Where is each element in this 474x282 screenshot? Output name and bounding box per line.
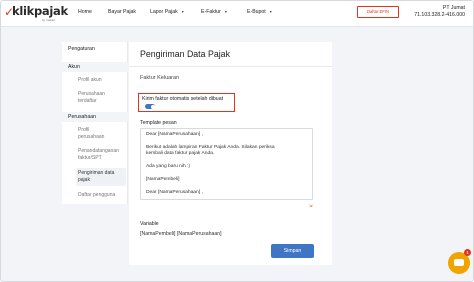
main-panel: Pengiriman Data Pajak Faktur Keluaran Ki… bbox=[129, 42, 332, 265]
sidebar-item-label: pajak bbox=[78, 177, 90, 183]
template-line: Ada yang baru nih :) bbox=[146, 164, 191, 169]
variable-label: Variable bbox=[140, 221, 159, 227]
page-title: Pengiriman Data Pajak bbox=[140, 49, 230, 59]
sidebar-item-label: Penandatanganan bbox=[78, 148, 119, 154]
sidebar-item-pengiriman-data-pajak[interactable]: Pengiriman data pajak bbox=[78, 170, 114, 184]
chat-notification-badge: 1 bbox=[464, 249, 471, 256]
sidebar-item-daftar-pengguna[interactable]: Daftar pengguna bbox=[78, 192, 115, 199]
chevron-down-icon: ▾ bbox=[269, 9, 272, 14]
template-line: [NamaPembeli] bbox=[146, 177, 180, 182]
divider bbox=[129, 66, 332, 67]
template-label: Template pesan bbox=[140, 120, 177, 126]
sidebar-item-label: Profil bbox=[78, 127, 90, 133]
auto-send-toggle[interactable] bbox=[145, 104, 155, 109]
auto-send-highlight-box: Kirim faktur otomatis setelah dibuat bbox=[138, 93, 235, 112]
chevron-down-icon: ▾ bbox=[224, 9, 227, 14]
company-npwp: 71.103.328.2-416.000 bbox=[414, 12, 465, 18]
settings-sidebar: Pengaturan Akun Profil akun Perusahaan t… bbox=[62, 42, 128, 204]
daftar-efin-button[interactable]: Daftar EFIN bbox=[357, 6, 399, 18]
sidebar-item-label: terdaftar bbox=[78, 98, 97, 104]
nav-bayar-pajak[interactable]: Bayar Pajak bbox=[108, 9, 136, 15]
chevron-down-icon: ▾ bbox=[181, 9, 184, 14]
sidebar-item-label: Pengiriman data bbox=[78, 170, 115, 176]
nav-home-label: Home bbox=[78, 9, 92, 15]
nav-e-bupot[interactable]: E-Bupot ▾ bbox=[247, 9, 272, 15]
sidebar-item-perusahaan-terdaftar[interactable]: Perusahaan terdaftar bbox=[78, 91, 105, 105]
nav-bayar-pajak-label: Bayar Pajak bbox=[108, 9, 136, 15]
sidebar-heading-pengaturan: Pengaturan bbox=[68, 46, 95, 52]
nav-e-bupot-label: E-Bupot bbox=[247, 9, 266, 15]
logo-text: klikpajak bbox=[12, 4, 68, 18]
sidebar-group-akun: Akun bbox=[68, 64, 80, 70]
auto-send-label: Kirim faktur otomatis setelah dibuat bbox=[142, 96, 224, 102]
save-button[interactable]: Simpan bbox=[271, 244, 314, 258]
sidebar-item-penandatanganan[interactable]: Penandatanganan faktur/SPT bbox=[78, 148, 119, 162]
template-textarea[interactable]: Dear [NamaPerusahaan] , Berikut adalah l… bbox=[140, 128, 313, 200]
template-line: kembali data faktur pajak Anda. bbox=[146, 151, 215, 156]
sidebar-item-profil-perusahaan[interactable]: Profil perusahaan bbox=[78, 127, 104, 141]
app-window: ✓ klikpajak by mekari Home Bayar Pajak L… bbox=[0, 0, 474, 282]
top-navbar: ✓ klikpajak by mekari Home Bayar Pajak L… bbox=[1, 1, 473, 27]
nav-lapor-pajak-label: Lapor Pajak bbox=[150, 9, 178, 15]
logo-subtext: by mekari bbox=[42, 18, 56, 22]
nav-lapor-pajak[interactable]: Lapor Pajak ▾ bbox=[150, 9, 184, 15]
sidebar-item-label: perusahaan bbox=[78, 134, 105, 140]
nav-e-faktur-label: E-Faktur bbox=[201, 9, 221, 15]
nav-e-faktur[interactable]: E-Faktur ▾ bbox=[201, 9, 227, 15]
company-switcher[interactable]: PT Jumat 71.103.328.2-416.000 bbox=[414, 5, 465, 19]
sidebar-group-perusahaan: Perusahaan bbox=[68, 114, 96, 120]
company-name: PT Jumat bbox=[442, 5, 465, 11]
toggle-knob bbox=[150, 104, 155, 109]
chat-icon bbox=[454, 259, 464, 266]
sidebar-item-label: Perusahaan bbox=[78, 91, 105, 97]
section-heading: Faktur Keluaran bbox=[140, 75, 180, 81]
klikpajak-logo[interactable]: ✓ klikpajak by mekari bbox=[4, 4, 68, 22]
sidebar-item-profil-akun[interactable]: Profil akun bbox=[78, 77, 102, 84]
sidebar-item-label: faktur/SPT bbox=[78, 155, 102, 161]
template-line: Dear [NamaPerusahaan] , bbox=[146, 132, 203, 137]
variable-list: [NamaPembeli] [NamaPerusahaan] bbox=[140, 231, 222, 237]
nav-home[interactable]: Home bbox=[78, 9, 92, 15]
template-line: Dear [NamaPerusahaan] , bbox=[146, 190, 203, 195]
